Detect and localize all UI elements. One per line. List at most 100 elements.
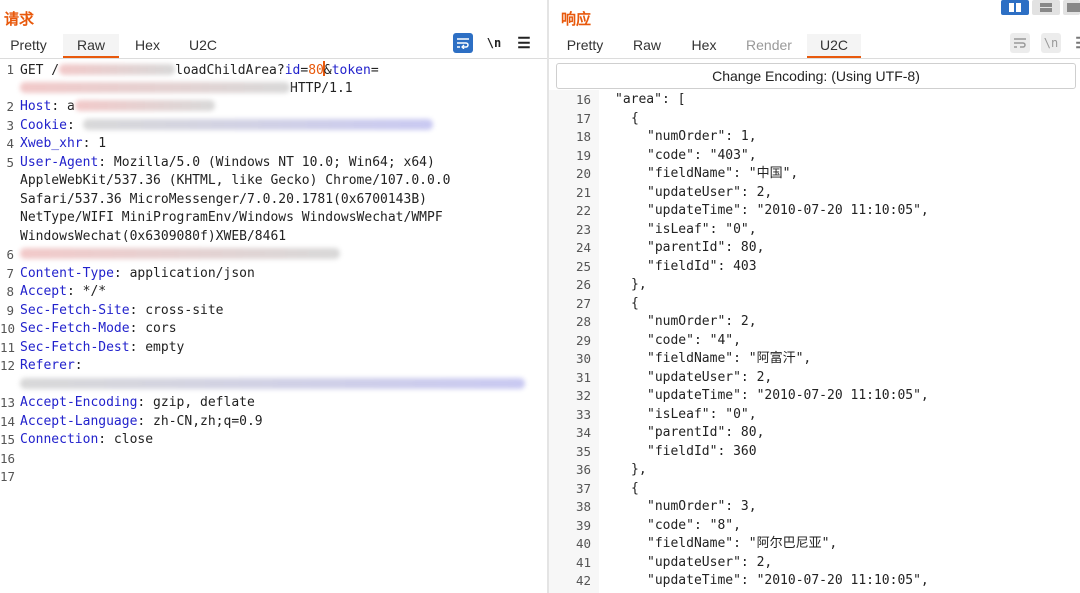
header-name: Content-Type	[20, 265, 114, 281]
json-line-text: "fieldName": "阿富汗",	[647, 351, 812, 366]
newline-toggle[interactable]: \n	[484, 33, 504, 53]
header-name: Xweb_xhr	[20, 136, 83, 151]
line-number: 19	[575, 147, 591, 163]
line-number: 39	[575, 517, 591, 533]
request-tab-hex[interactable]: Hex	[125, 34, 170, 58]
response-tab-hex[interactable]: Hex	[683, 34, 725, 58]
json-line-text: "updateUser": 2,	[647, 554, 773, 570]
response-line: 28 "numOrder": 2,	[549, 313, 1080, 332]
response-tab-u2c[interactable]: U2C	[807, 34, 861, 58]
request-line: HTTP/1.1	[0, 80, 547, 99]
request-line: 17	[0, 468, 547, 487]
response-tab-pretty[interactable]: Pretty	[557, 34, 613, 58]
request-tab-raw[interactable]: Raw	[63, 34, 119, 58]
response-line: 42 "updateTime": "2010-07-20 11:10:05",	[549, 572, 1080, 591]
code-text: =	[370, 63, 379, 78]
code-text: : a	[51, 99, 75, 114]
json-line-text: },	[631, 277, 647, 292]
json-line-text: "updateTime": "2010-07-20 11:10:05",	[647, 573, 929, 588]
line-number: 41	[575, 554, 591, 570]
newline-toggle[interactable]: \n	[1041, 33, 1061, 53]
line-text: AppleWebKit/537.36 (KHTML, like Gecko) C…	[20, 172, 450, 191]
response-line: 31 "updateUser": 2,	[549, 369, 1080, 388]
response-line: 24 "parentId": 80,	[549, 239, 1080, 258]
line-number: 31	[575, 369, 591, 385]
code-text: GET /	[20, 63, 60, 78]
response-line: 39 "code": "8",	[549, 517, 1080, 536]
line-text: Accept-Language: zh-CN,zh;q=0.9	[20, 413, 263, 432]
json-line-text: "area": [	[615, 92, 686, 107]
line-text: Safari/537.36 MicroMessenger/7.0.20.1781…	[20, 191, 427, 210]
request-tab-pretty[interactable]: Pretty	[0, 34, 57, 58]
line-number: 11	[0, 339, 16, 355]
line-number: 16	[0, 450, 16, 466]
request-line	[0, 376, 547, 395]
hamburger-menu-icon[interactable]: ☰	[1072, 33, 1080, 53]
code-text: : application/json	[113, 265, 255, 281]
line-number: 33	[575, 406, 591, 422]
code-text: : cors	[129, 321, 177, 336]
json-line-text: "fieldName": "阿尔巴尼亚",	[647, 536, 838, 551]
request-line: AppleWebKit/537.36 (KHTML, like Gecko) C…	[0, 172, 547, 191]
wrap-lines-icon[interactable]	[453, 33, 473, 53]
json-line-text: "updateUser": 2,	[647, 184, 773, 200]
json-line-text: {	[631, 480, 639, 496]
code-text: : 1	[82, 136, 107, 151]
request-line: 11 Sec-Fetch-Dest: empty	[0, 339, 547, 358]
response-tab-render[interactable]: Render	[738, 34, 800, 58]
json-line-text: "fieldName": "中国",	[647, 166, 799, 181]
json-line-text: "numOrder": 2,	[647, 314, 757, 329]
line-text: Sec-Fetch-Dest: empty	[20, 339, 184, 358]
response-title: 响应	[561, 11, 592, 28]
wrap-lines-icon[interactable]	[1010, 33, 1030, 53]
request-tab-u2c[interactable]: U2C	[178, 34, 228, 58]
header-name: id	[284, 63, 301, 78]
single-layout-icon[interactable]	[1063, 0, 1080, 15]
line-number: 30	[575, 351, 591, 366]
change-encoding-button[interactable]: Change Encoding: (Using UTF-8)	[556, 63, 1076, 89]
line-number: 9	[6, 302, 14, 318]
response-line: 21 "updateUser": 2,	[549, 184, 1080, 203]
redacted-text	[20, 377, 525, 389]
redacted-text	[20, 81, 290, 93]
request-line: 5 User-Agent: Mozilla/5.0 (Windows NT 10.…	[0, 154, 547, 173]
header-name: User-Agent	[20, 154, 99, 170]
response-line: 27 {	[549, 295, 1080, 314]
json-line-text: {	[631, 110, 639, 126]
header-name: Accept-Language	[20, 413, 138, 429]
header-name: Connection	[20, 432, 99, 447]
header-name: Sec-Fetch-Dest	[20, 339, 130, 355]
json-line-text: {	[631, 295, 639, 311]
line-number: 4	[6, 136, 14, 151]
code-text: :	[66, 117, 83, 133]
stacked-layout-icon[interactable]	[1032, 0, 1060, 15]
line-text: Referer:	[20, 357, 83, 376]
json-line-text: "updateTime": "2010-07-20 11:10:05",	[647, 388, 929, 403]
json-line-text: },	[631, 462, 647, 477]
line-number: 36	[575, 462, 591, 477]
line-number: 17	[575, 110, 591, 126]
response-line: 19 "code": "403",	[549, 147, 1080, 166]
json-line-text: "updateTime": "2010-07-20 11:10:05",	[647, 203, 929, 218]
line-text	[20, 246, 340, 265]
request-line: WindowsWechat(0x6309080f)XWEB/8461	[0, 228, 547, 247]
response-line: 18 "numOrder": 1,	[549, 128, 1080, 147]
line-text: Content-Type: application/json	[20, 265, 255, 284]
response-line: 37 {	[549, 480, 1080, 499]
code-text: : gzip, deflate	[137, 395, 255, 410]
response-line: 22 "updateTime": "2010-07-20 11:10:05",	[549, 202, 1080, 221]
response-tab-raw[interactable]: Raw	[623, 34, 671, 58]
line-number: 24	[575, 240, 591, 255]
code-text: Safari/537.36 MicroMessenger/7.0.20.1781…	[20, 191, 427, 207]
hamburger-menu-icon[interactable]: ☰	[514, 33, 534, 53]
json-line-text: "parentId": 80,	[647, 240, 765, 255]
line-number: 34	[575, 425, 591, 440]
json-line-text: "numOrder": 3,	[647, 499, 757, 514]
request-line: Safari/537.36 MicroMessenger/7.0.20.1781…	[0, 191, 547, 210]
line-number: 35	[575, 443, 591, 459]
line-text: HTTP/1.1	[20, 80, 353, 99]
redacted-text	[20, 248, 340, 259]
line-text: Accept-Encoding: gzip, deflate	[20, 394, 255, 413]
line-text: User-Agent: Mozilla/5.0 (Windows NT 10.0…	[20, 154, 435, 173]
side-by-side-layout-icon[interactable]	[1001, 0, 1029, 15]
